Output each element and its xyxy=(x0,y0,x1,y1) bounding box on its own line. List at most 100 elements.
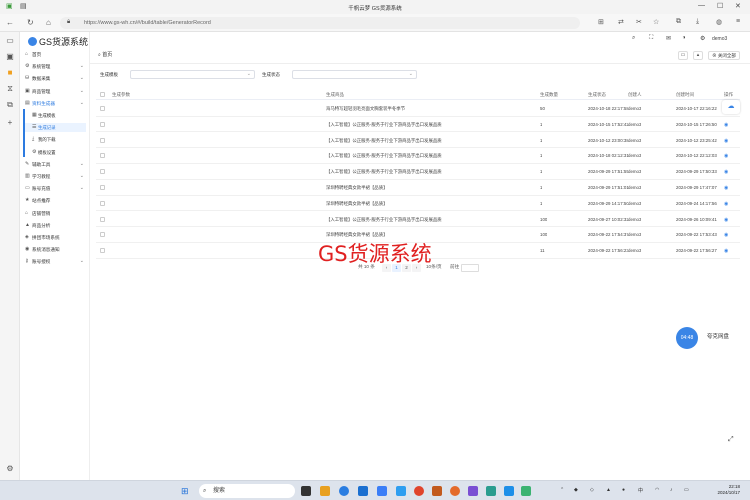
view-icon[interactable]: ◉ xyxy=(724,217,728,223)
template-filter-select[interactable]: ⌄ xyxy=(130,70,255,79)
fullscreen-icon[interactable]: ⛶ xyxy=(649,35,653,42)
table-row[interactable]: 【入工智能】公正服务-服务于行业下游商品字出口发展品质 1 2024-10-12 2… xyxy=(96,133,740,149)
maximize-button[interactable]: ☐ xyxy=(717,2,723,10)
store-icon[interactable] xyxy=(358,486,368,496)
cloud-float-icon[interactable]: ☁ xyxy=(722,100,740,114)
row-checkbox[interactable] xyxy=(100,185,105,190)
pagination-page-2[interactable]: 2 xyxy=(402,264,411,272)
app-logo[interactable]: GS货源系统 xyxy=(28,35,88,48)
taskbar-search[interactable]: ⌕ 搜索 xyxy=(199,484,295,498)
home-button[interactable]: ⌂ xyxy=(46,18,51,27)
sidebar-item-list[interactable]: ☰ 生成记录 xyxy=(24,123,86,133)
search-icon[interactable]: ⌕ xyxy=(632,35,635,42)
view-icon[interactable]: ◉ xyxy=(724,201,728,207)
pagination-goto-input[interactable] xyxy=(461,264,479,272)
sidebar-item-database[interactable]: ⛁ 数据采集 ⌄ xyxy=(24,74,86,83)
sidebar-item-download[interactable]: ⤓ 我的下载 xyxy=(24,135,86,144)
pagination-next[interactable]: › xyxy=(412,264,421,272)
chrome-icon[interactable] xyxy=(414,486,424,496)
tray-app2-icon[interactable]: ◇ xyxy=(590,487,594,493)
app4-icon[interactable] xyxy=(504,486,514,496)
sidebar-tabs-icon[interactable]: ▭ xyxy=(5,36,15,46)
sidebar-copy-icon[interactable]: ⧉ xyxy=(5,100,15,110)
view-icon[interactable]: ◉ xyxy=(724,185,728,191)
tray-app3-icon[interactable]: ▲ xyxy=(606,487,611,493)
table-row[interactable]: 【入工智能】公正服务-服务于行业下游商品字出口发展品质 1 2024-10-18 0… xyxy=(96,148,740,164)
settings-icon[interactable]: ⚙ xyxy=(700,35,705,42)
tab-home[interactable]: ⌕ 首页 xyxy=(98,51,112,58)
wifi-icon[interactable]: ◠ xyxy=(655,487,659,493)
row-checkbox[interactable] xyxy=(100,106,105,111)
edge-icon[interactable] xyxy=(339,486,349,496)
cloud-drive-badge[interactable]: 04:48 xyxy=(676,327,698,349)
taskview-icon[interactable] xyxy=(301,486,311,496)
battery-icon[interactable]: ▭ xyxy=(684,487,689,493)
table-row[interactable]: 【入工智能】公正服务-服务于行业下游商品字出口发展品质 100 2024-09-27… xyxy=(96,212,740,228)
sidebar-item-key[interactable]: ⚷ 账号授权 ⌄ xyxy=(24,257,86,266)
user-name[interactable]: demo3 xyxy=(712,36,727,42)
sidebar-item-star[interactable]: ★ 站点推荐 xyxy=(24,196,86,205)
wechat-icon[interactable] xyxy=(521,486,531,496)
view-icon[interactable]: ◉ xyxy=(724,232,728,238)
sidebar-item-box[interactable]: ▣ 商品管理 ⌄ xyxy=(24,87,86,96)
table-row[interactable]: 深圳特聘经典女款半裙【品质】 1 2024-09-29 17:51:01 demo3 2… xyxy=(96,180,740,196)
file-explorer-icon[interactable] xyxy=(320,486,330,496)
message-icon[interactable]: ✉ xyxy=(666,35,671,42)
sidebar-app-icon[interactable]: ■ xyxy=(5,68,15,78)
view-icon[interactable]: ◉ xyxy=(724,248,728,254)
tray-up-icon[interactable]: ⌃ xyxy=(560,487,564,493)
url-field[interactable]: https://www.gs-wh.cn/#/build/table/Gener… xyxy=(60,17,580,29)
sidebar-item-wallet[interactable]: ▭ 账号充值 ⌄ xyxy=(24,184,86,193)
dark-mode-icon[interactable]: ◑ xyxy=(682,35,686,41)
sidebar-item-document[interactable]: ▤ 资料生成器 ⌄ xyxy=(24,99,86,108)
pagination-page-1[interactable]: 1 xyxy=(392,264,401,272)
volume-icon[interactable]: ♪ xyxy=(670,487,673,493)
minimize-button[interactable]: — xyxy=(698,2,705,9)
table-row[interactable]: 海马特写超轻羽毛亮面文胸套装半冬季节 50 2024-10-18 22:17:58 d… xyxy=(96,101,740,117)
tray-app4-icon[interactable]: ● xyxy=(622,487,625,493)
translate-icon[interactable]: ⇄ xyxy=(618,18,624,26)
view-icon[interactable]: ◉ xyxy=(724,153,728,159)
extension-icon[interactable]: ⧉ xyxy=(676,18,681,26)
app-icon[interactable] xyxy=(432,486,442,496)
sidebar-history-icon[interactable]: ⧖ xyxy=(5,84,15,94)
view-icon[interactable]: ◉ xyxy=(724,122,728,128)
tray-app-icon[interactable]: ◆ xyxy=(574,487,578,493)
windows-start-icon[interactable]: ⊞ xyxy=(181,486,189,496)
sidebar-add-icon[interactable]: + xyxy=(5,118,15,128)
row-checkbox[interactable] xyxy=(100,121,105,127)
sidebar-collection-icon[interactable]: ▣ xyxy=(5,52,15,62)
row-checkbox[interactable] xyxy=(100,248,105,254)
firefox-icon[interactable] xyxy=(450,486,460,496)
cloud-drive-label[interactable]: 夸克网盘 xyxy=(707,332,729,340)
sidebar-settings-icon[interactable]: ⚙ xyxy=(5,464,15,474)
mail-icon[interactable] xyxy=(377,486,387,496)
table-row[interactable]: 【入工智能】公正服务-服务于行业下游商品字出口发展品质 1 2024-10-15 1… xyxy=(96,117,740,133)
sidebar-item-book[interactable]: ▥ 学习教程 ⌄ xyxy=(24,172,86,181)
taskbar-clock[interactable]: 22:18 2024/10/17 xyxy=(700,484,740,496)
row-checkbox[interactable] xyxy=(100,137,105,143)
vscode-icon[interactable] xyxy=(396,486,406,496)
app3-icon[interactable] xyxy=(486,486,496,496)
menu-icon[interactable]: ≡ xyxy=(736,18,740,25)
pagination-prev[interactable]: ‹ xyxy=(382,264,391,272)
refresh-button[interactable]: ↻ xyxy=(27,18,34,27)
sidebar-item-settings[interactable]: ⚙ 模板设置 xyxy=(24,148,86,157)
favorite-icon[interactable]: ☆ xyxy=(653,18,659,26)
sidebar-item-bell[interactable]: ◉ 系统消息通知 xyxy=(24,245,86,254)
grid-icon[interactable]: ⊞ xyxy=(598,18,604,26)
row-checkbox[interactable] xyxy=(100,200,105,206)
sidebar-item-store[interactable]: ⌂ 店铺营销 xyxy=(24,209,86,218)
table-row[interactable]: 【入工智能】公正服务-服务于行业下游商品字出口发展品质 1 2024-09-29 1… xyxy=(96,164,740,180)
download-icon[interactable]: ⤓ xyxy=(696,18,699,26)
back-button[interactable]: ← xyxy=(6,18,14,27)
view-icon[interactable]: ◉ xyxy=(724,169,728,175)
row-checkbox[interactable] xyxy=(100,216,105,222)
row-checkbox[interactable] xyxy=(100,169,105,175)
sidebar-item-chart[interactable]: ▲ 商品分析 xyxy=(24,221,86,230)
sidebar-item-tool[interactable]: ✎ 辅助工具 ⌄ xyxy=(24,160,86,169)
status-filter-select[interactable]: ⌄ xyxy=(292,70,417,79)
tab-scroll-left-button[interactable]: ▭ xyxy=(678,51,688,60)
view-icon[interactable]: ◉ xyxy=(724,138,728,144)
app2-icon[interactable] xyxy=(468,486,478,496)
